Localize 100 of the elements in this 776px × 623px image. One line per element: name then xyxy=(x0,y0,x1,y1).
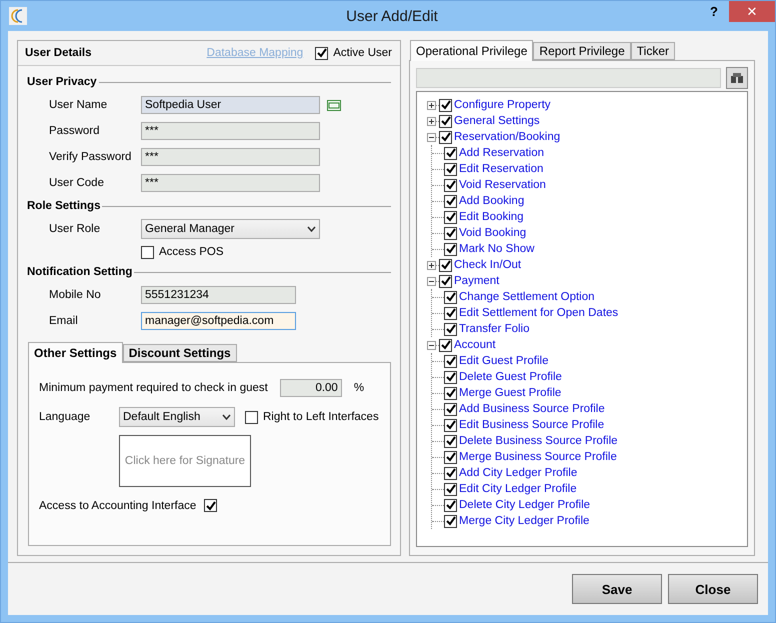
tab[interactable]: Report Privilege xyxy=(533,42,631,60)
input-field[interactable]: *** xyxy=(141,122,320,140)
checkbox[interactable] xyxy=(141,246,154,258)
checkbox[interactable] xyxy=(204,499,218,512)
collapse-icon[interactable] xyxy=(427,276,436,286)
input-field[interactable]: manager@softpedia.com xyxy=(141,312,296,330)
checkbox[interactable] xyxy=(444,482,457,496)
tree-item[interactable]: Edit Business Source Profile xyxy=(459,419,604,431)
checkbox[interactable] xyxy=(444,290,457,304)
search-field[interactable] xyxy=(416,68,721,88)
checkbox[interactable] xyxy=(439,98,452,112)
caret-icon xyxy=(222,414,231,420)
close-button[interactable]: ✕ xyxy=(729,1,775,22)
role-dropdown[interactable]: General Manager xyxy=(141,219,320,239)
tab[interactable]: Other Settings xyxy=(28,342,123,363)
section-title: Notification Setting xyxy=(27,266,132,278)
checkbox[interactable] xyxy=(444,306,457,320)
binoculars-icon[interactable] xyxy=(726,67,748,89)
close-dialog-button[interactable]: Close xyxy=(668,574,758,604)
checkbox-label: Access to Accounting Interface xyxy=(39,500,196,512)
tree-item[interactable]: Add Reservation xyxy=(459,147,544,159)
checkbox[interactable] xyxy=(444,434,457,448)
tree-item[interactable]: Void Booking xyxy=(459,227,526,239)
tree-item[interactable]: General Settings xyxy=(454,115,540,127)
tree-item[interactable]: Check In/Out xyxy=(454,259,522,271)
checkbox[interactable] xyxy=(439,130,452,144)
tree-item[interactable]: Reservation/Booking xyxy=(454,131,560,143)
checkbox[interactable] xyxy=(444,226,457,240)
checkbox[interactable] xyxy=(444,418,457,432)
tree-item[interactable]: Account xyxy=(454,339,496,351)
input-field[interactable]: Softpedia User xyxy=(141,96,320,114)
checkbox[interactable] xyxy=(439,338,452,352)
tree-item[interactable]: Edit Guest Profile xyxy=(459,355,548,367)
tree-item[interactable]: Edit Settlement for Open Dates xyxy=(459,307,618,319)
field-label: Mobile No xyxy=(49,289,102,301)
checkbox[interactable] xyxy=(444,498,457,512)
input-field[interactable]: 0.00 xyxy=(280,379,342,397)
tab[interactable]: Operational Privilege xyxy=(410,40,534,61)
tree-item[interactable]: Payment xyxy=(454,275,500,287)
tree-item[interactable]: Add Business Source Profile xyxy=(459,403,605,415)
tree-item[interactable]: Delete Business Source Profile xyxy=(459,435,618,447)
checkbox[interactable] xyxy=(439,258,452,272)
checkbox[interactable] xyxy=(444,194,457,208)
expand-icon[interactable] xyxy=(427,100,436,110)
input-field[interactable]: *** xyxy=(141,148,320,166)
checkbox[interactable] xyxy=(444,450,457,464)
save-button[interactable]: Save xyxy=(572,574,662,604)
tree-item[interactable]: Configure Property xyxy=(454,99,551,111)
checkbox[interactable] xyxy=(444,370,457,384)
checkbox-label: Active User xyxy=(333,47,392,59)
checkbox[interactable] xyxy=(439,274,452,288)
checkbox[interactable] xyxy=(444,242,457,256)
tree-item[interactable]: Void Reservation xyxy=(459,179,546,191)
tree-item[interactable]: Delete City Ledger Profile xyxy=(459,499,590,511)
tree-item[interactable]: Add City Ledger Profile xyxy=(459,467,578,479)
tree-item[interactable]: Transfer Folio xyxy=(459,323,530,335)
tree-item[interactable]: Edit Reservation xyxy=(459,163,544,175)
checkbox[interactable] xyxy=(444,210,457,224)
checkbox[interactable] xyxy=(444,162,457,176)
checkbox[interactable] xyxy=(444,386,457,400)
signature-area[interactable]: Click here for Signature xyxy=(119,435,251,487)
expand-icon[interactable] xyxy=(427,116,436,126)
tab[interactable]: Discount Settings xyxy=(122,344,237,362)
checkbox[interactable] xyxy=(444,514,457,528)
tree-item[interactable]: Mark No Show xyxy=(459,243,534,255)
checkbox[interactable] xyxy=(444,146,457,160)
expand-icon[interactable] xyxy=(427,260,436,270)
field-label: Verify Password xyxy=(49,151,132,163)
window-title: User Add/Edit xyxy=(345,8,439,24)
section-title: User Privacy xyxy=(27,76,97,88)
tree-item[interactable]: Merge Guest Profile xyxy=(459,387,562,399)
field-label: User Role xyxy=(49,223,102,235)
collapse-icon[interactable] xyxy=(427,132,436,142)
tree-item[interactable]: Add Booking xyxy=(459,195,524,207)
checkbox-label: Access POS xyxy=(159,246,224,258)
checkbox-label: Right to Left Interfaces xyxy=(263,411,379,423)
tree-item[interactable]: Merge Business Source Profile xyxy=(459,451,617,463)
input-field[interactable]: 5551231234 xyxy=(141,286,296,304)
tree-item[interactable]: Delete Guest Profile xyxy=(459,371,562,383)
tree-item[interactable]: Edit City Ledger Profile xyxy=(459,483,577,495)
checkbox[interactable] xyxy=(444,466,457,480)
checkbox[interactable] xyxy=(444,178,457,192)
field-label: Password xyxy=(49,125,100,137)
collapse-icon[interactable] xyxy=(427,340,436,350)
app-logo-icon xyxy=(9,7,27,25)
language-dropdown[interactable]: Default English xyxy=(119,407,235,427)
checkbox[interactable] xyxy=(444,322,457,336)
help-button[interactable]: ? xyxy=(699,1,729,22)
caret-icon xyxy=(307,226,316,232)
tree-item[interactable]: Edit Booking xyxy=(459,211,524,223)
input-field[interactable]: *** xyxy=(141,174,320,192)
tree-item[interactable]: Change Settlement Option xyxy=(459,291,595,303)
checkbox[interactable] xyxy=(245,410,258,424)
checkbox[interactable] xyxy=(439,114,452,128)
checkbox[interactable] xyxy=(444,402,457,416)
unit-label: % xyxy=(354,382,364,394)
checkbox[interactable] xyxy=(315,46,328,60)
tree-item[interactable]: Merge City Ledger Profile xyxy=(459,515,590,527)
tab[interactable]: Ticker xyxy=(630,42,676,60)
checkbox[interactable] xyxy=(444,354,457,368)
